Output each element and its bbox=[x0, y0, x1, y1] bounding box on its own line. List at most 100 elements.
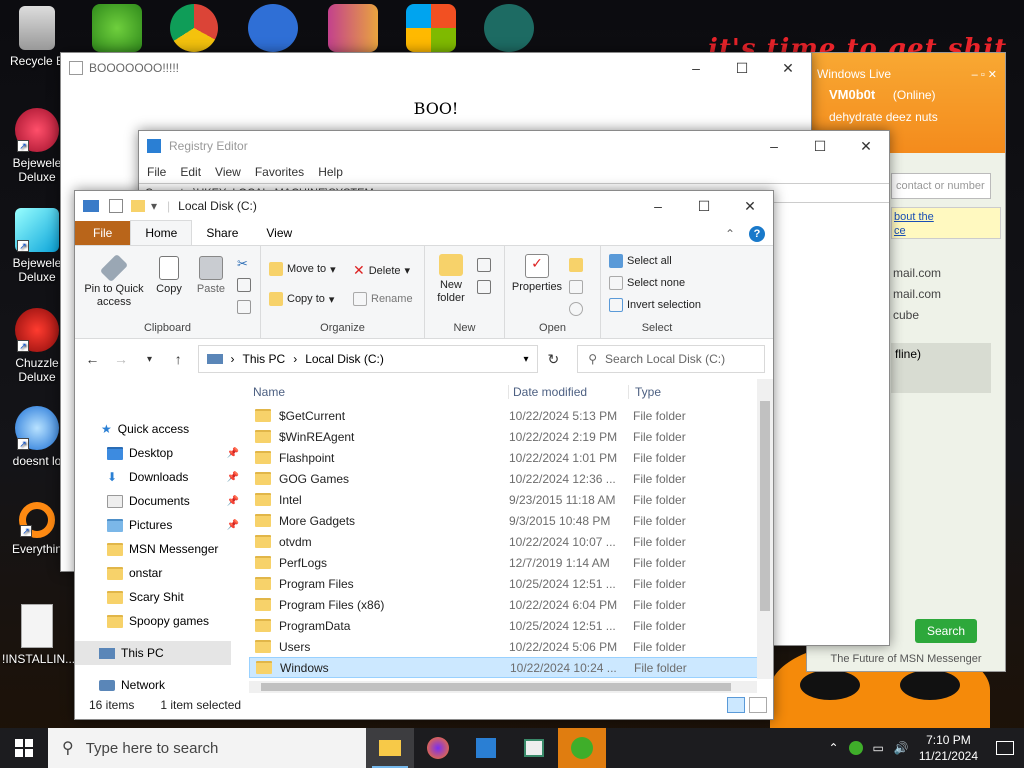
address-dropdown-icon[interactable]: ▾ bbox=[523, 354, 528, 365]
minimize-button[interactable]: – bbox=[751, 131, 797, 161]
p-app-icon[interactable] bbox=[248, 4, 298, 52]
table-row[interactable]: ProgramData 10/25/2024 12:51 ... File fold… bbox=[249, 615, 773, 636]
msn-offline-group[interactable]: fline) bbox=[891, 343, 991, 393]
nav-downloads[interactable]: ⬇ Downloads 📌 bbox=[75, 465, 245, 489]
nav-msn-messenger[interactable]: MSN Messenger bbox=[75, 537, 245, 561]
select-none-button[interactable]: Select none bbox=[609, 276, 685, 290]
volume-icon[interactable]: 🔊 bbox=[894, 741, 909, 755]
recent-locations-button[interactable]: ▾ bbox=[140, 354, 159, 365]
tab-file[interactable]: File bbox=[75, 221, 131, 245]
nav-spoopy-games[interactable]: Spoopy games bbox=[75, 609, 245, 633]
msn-contact[interactable]: cube bbox=[893, 305, 941, 326]
back-button[interactable]: ← bbox=[83, 351, 102, 367]
installing-icon[interactable]: !INSTALLIN... bbox=[2, 604, 75, 666]
taskbar-msn-messenger[interactable] bbox=[558, 728, 606, 768]
table-row[interactable]: $WinREAgent 10/22/2024 2:19 PM File folder bbox=[249, 426, 773, 447]
nav-scary-shit[interactable]: Scary Shit bbox=[75, 585, 245, 609]
invert-selection-button[interactable]: Invert selection bbox=[609, 298, 701, 312]
msn-contact[interactable]: mail.com bbox=[893, 263, 941, 284]
history-icon[interactable] bbox=[569, 302, 583, 316]
maximize-button[interactable]: ☐ bbox=[797, 131, 843, 161]
taskbar-file-explorer[interactable] bbox=[366, 728, 414, 768]
start-button[interactable] bbox=[0, 728, 48, 768]
open-icon[interactable] bbox=[569, 258, 583, 272]
chrome-icon[interactable] bbox=[170, 4, 218, 52]
clock[interactable]: 7:10 PM 11/21/2024 bbox=[919, 732, 978, 764]
close-button[interactable]: ✕ bbox=[727, 191, 773, 221]
customize-toolbar-icon[interactable]: ▾ bbox=[151, 199, 157, 213]
character-icon[interactable] bbox=[484, 4, 534, 52]
new-folder-button[interactable]: New folder bbox=[431, 254, 471, 305]
winrar-icon[interactable] bbox=[328, 4, 378, 52]
forward-button[interactable]: → bbox=[112, 351, 131, 367]
notifications-icon[interactable] bbox=[996, 741, 1014, 755]
msn-icon[interactable] bbox=[92, 4, 142, 52]
large-icons-view-icon[interactable] bbox=[749, 697, 767, 713]
table-row[interactable]: Flashpoint 10/22/2024 1:01 PM File folder bbox=[249, 447, 773, 468]
collapse-ribbon-icon[interactable]: ⌃ bbox=[719, 223, 741, 245]
tab-view[interactable]: View bbox=[252, 221, 306, 245]
table-row[interactable]: GOG Games 10/22/2024 12:36 ... File folder bbox=[249, 468, 773, 489]
msn-link1[interactable]: bout the bbox=[894, 210, 998, 224]
taskbar-boo-app[interactable] bbox=[510, 728, 558, 768]
msn-news-link[interactable]: bout the ce bbox=[891, 207, 1001, 239]
table-row[interactable]: Windows 10/22/2024 10:24 ... File folder bbox=[249, 657, 773, 678]
msn-contact[interactable]: mail.com bbox=[893, 284, 941, 305]
paste-shortcut-icon[interactable] bbox=[237, 300, 251, 314]
new-folder-quick-icon[interactable] bbox=[131, 200, 145, 212]
nav-onstar[interactable]: onstar bbox=[75, 561, 245, 585]
easy-access-icon[interactable] bbox=[477, 280, 491, 294]
maximize-button[interactable]: ☐ bbox=[719, 53, 765, 83]
table-row[interactable]: PerfLogs 12/7/2019 1:14 AM File folder bbox=[249, 552, 773, 573]
taskbar-firefox[interactable] bbox=[414, 728, 462, 768]
table-row[interactable]: $GetCurrent 10/22/2024 5:13 PM File folder bbox=[249, 405, 773, 426]
paste-button[interactable]: Paste bbox=[195, 256, 227, 295]
table-row[interactable]: otvdm 10/22/2024 10:07 ... File folder bbox=[249, 531, 773, 552]
table-row[interactable]: Intel 9/23/2015 11:18 AM File folder bbox=[249, 489, 773, 510]
pin-to-quick-access-button[interactable]: Pin to Quick access bbox=[81, 253, 147, 309]
show-hidden-icons-icon[interactable]: ⌃ bbox=[828, 741, 838, 755]
help-icon[interactable]: ? bbox=[749, 226, 765, 242]
menu-help[interactable]: Help bbox=[318, 165, 343, 179]
copy-button[interactable]: Copy bbox=[153, 256, 185, 295]
file-explorer-window[interactable]: ▾ | Local Disk (C:) – ☐ ✕ File Home Share … bbox=[74, 190, 774, 720]
menu-file[interactable]: File bbox=[147, 165, 166, 179]
search-input[interactable]: ⚲ Search Local Disk (C:) bbox=[577, 345, 765, 373]
nav-desktop[interactable]: Desktop 📌 bbox=[75, 441, 245, 465]
table-row[interactable]: Program Files (x86) 10/22/2024 6:04 PM Fil… bbox=[249, 594, 773, 615]
msn-link2[interactable]: ce bbox=[894, 224, 998, 238]
minimize-button[interactable]: – bbox=[635, 191, 681, 221]
msn-search-input[interactable]: contact or number bbox=[891, 173, 991, 199]
column-date-modified[interactable]: Date modified bbox=[509, 385, 629, 399]
nav-this-pc[interactable]: This PC bbox=[75, 641, 231, 665]
nav-documents[interactable]: Documents 📌 bbox=[75, 489, 245, 513]
msn-status[interactable]: (Online) bbox=[893, 88, 936, 102]
tab-home[interactable]: Home bbox=[130, 220, 193, 245]
rename-button[interactable]: Rename bbox=[353, 292, 413, 306]
column-name[interactable]: Name bbox=[249, 385, 509, 399]
menu-favorites[interactable]: Favorites bbox=[255, 165, 304, 179]
cut-icon[interactable]: ✂ bbox=[237, 256, 251, 271]
nav-pictures[interactable]: Pictures 📌 bbox=[75, 513, 245, 537]
network-icon[interactable]: ▭ bbox=[873, 741, 884, 755]
menu-view[interactable]: View bbox=[215, 165, 241, 179]
table-row[interactable]: Program Files 10/25/2024 12:51 ... File fo… bbox=[249, 573, 773, 594]
msn-personal-message[interactable]: dehydrate deez nuts bbox=[807, 102, 1005, 124]
breadcrumb-this-pc[interactable]: This PC bbox=[243, 352, 286, 366]
table-row[interactable]: More Gadgets 9/3/2015 10:48 PM File folder bbox=[249, 510, 773, 531]
properties-quick-icon[interactable] bbox=[109, 199, 123, 213]
msn-tray-icon[interactable] bbox=[848, 741, 863, 755]
select-all-button[interactable]: Select all bbox=[609, 254, 672, 268]
properties-button[interactable]: ✓ Properties bbox=[509, 254, 565, 293]
close-button[interactable]: ✕ bbox=[843, 131, 889, 161]
minimize-button[interactable]: – bbox=[673, 53, 719, 83]
taskbar-search-input[interactable]: ⚲ Type here to search bbox=[48, 728, 366, 768]
tab-share[interactable]: Share bbox=[192, 221, 252, 245]
msn-search-button[interactable]: Search bbox=[915, 619, 977, 643]
maximize-button[interactable]: ☐ bbox=[681, 191, 727, 221]
copy-to-button[interactable]: Copy to ▾ bbox=[269, 292, 334, 306]
menu-edit[interactable]: Edit bbox=[180, 165, 201, 179]
up-button[interactable]: ↑ bbox=[169, 351, 188, 367]
nav-quick-access[interactable]: ★ Quick access bbox=[75, 417, 245, 441]
taskbar-registry-editor[interactable] bbox=[462, 728, 510, 768]
